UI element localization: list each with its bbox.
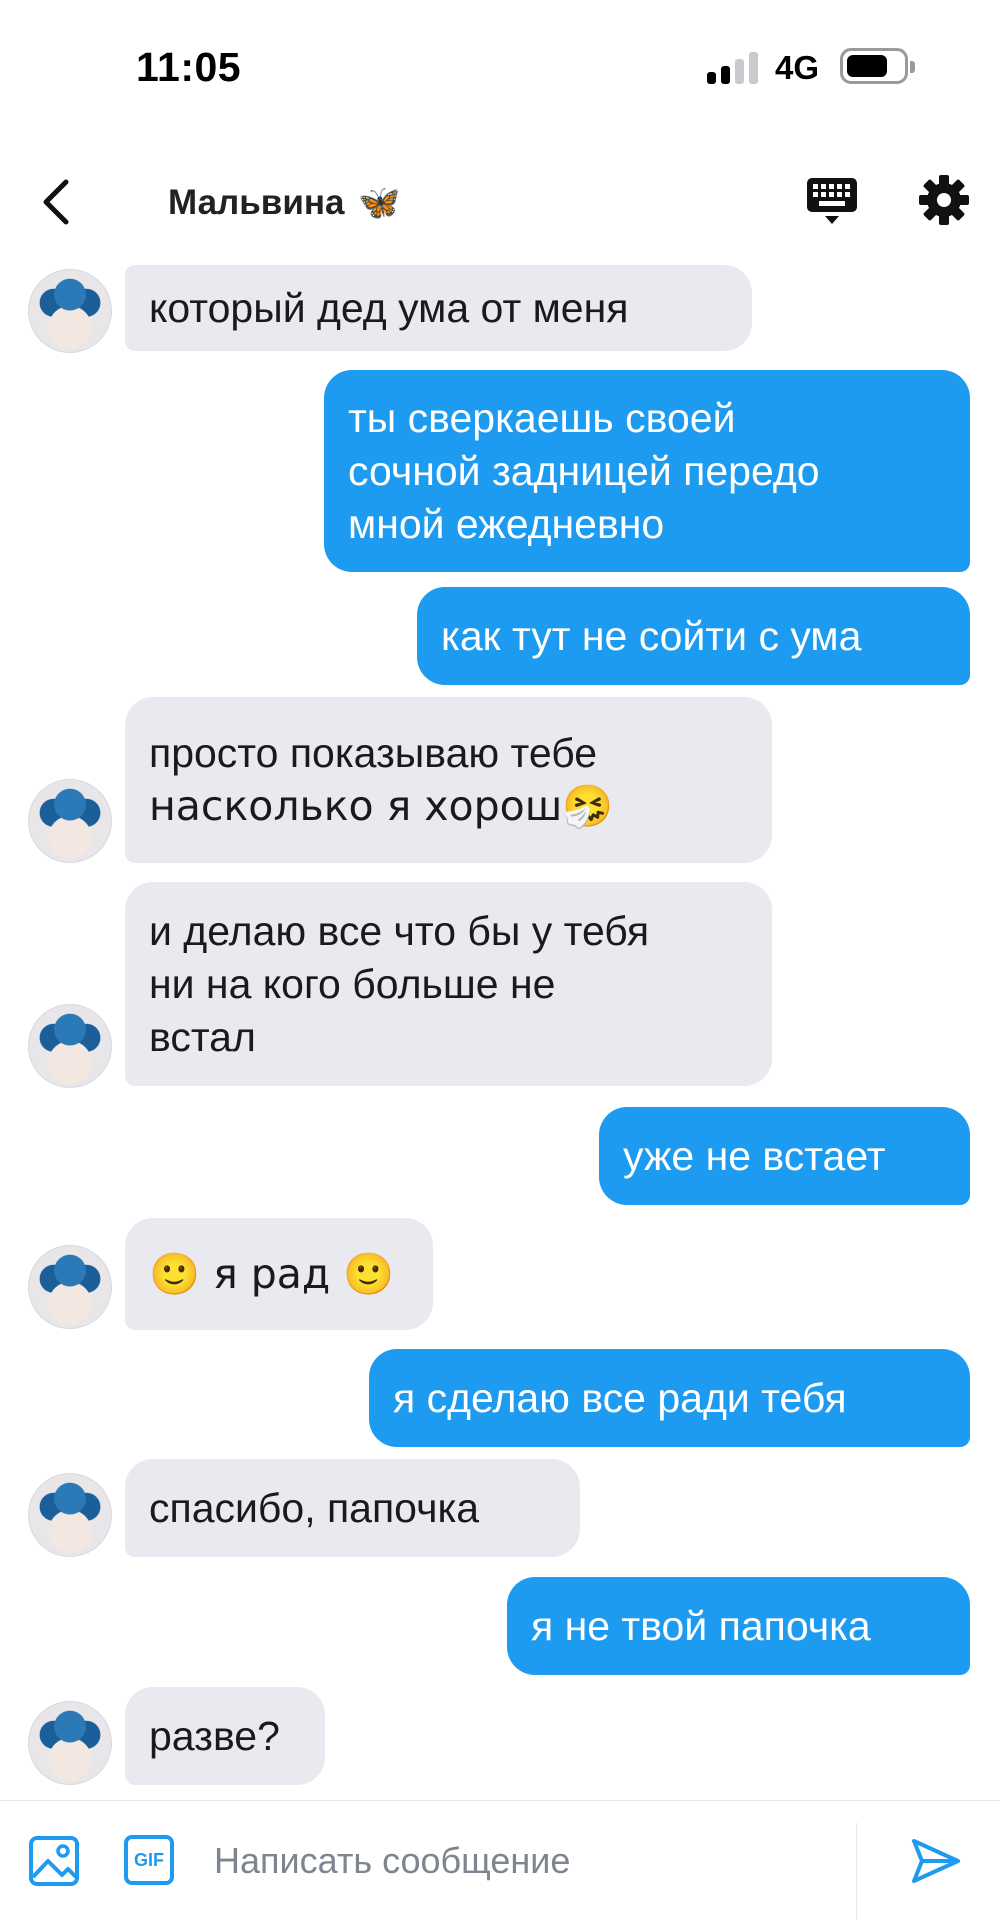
message-text-line: насколько я хорош🤧 xyxy=(149,782,614,830)
contact-name: Мальвина xyxy=(168,183,345,222)
message-text: который дед ума от меня xyxy=(149,284,629,331)
send-icon xyxy=(912,1839,960,1883)
message-text-line: просто показываю тебе xyxy=(149,730,598,776)
dm-conversation-screen: 11:05 4G Мальвина 🦋 который дед ума от м… xyxy=(0,0,1000,1920)
outgoing-message[interactable]: как тут не сойти с ума xyxy=(417,587,970,685)
message-text-line: ты сверкаешь своей xyxy=(348,394,736,441)
contact-avatar[interactable] xyxy=(28,1004,112,1088)
incoming-message[interactable]: просто показываю тебе насколько я хорош🤧 xyxy=(125,697,772,863)
composer-divider xyxy=(856,1823,857,1920)
back-button[interactable] xyxy=(28,170,88,234)
incoming-message[interactable]: разве? xyxy=(125,1687,325,1785)
outgoing-message[interactable]: я сделаю все ради тебя xyxy=(369,1349,970,1447)
settings-button[interactable] xyxy=(918,174,970,226)
keyboard-icon xyxy=(807,178,857,224)
conversation-title: Мальвина 🦋 xyxy=(168,183,401,223)
message-text-line: мной ежедневно xyxy=(348,500,665,547)
status-bar: 11:05 4G xyxy=(0,0,1000,140)
contact-avatar[interactable] xyxy=(28,1701,112,1785)
butterfly-emoji: 🦋 xyxy=(358,183,401,223)
keyboard-button[interactable] xyxy=(805,176,861,228)
contact-avatar[interactable] xyxy=(28,269,112,353)
contact-avatar[interactable] xyxy=(28,1245,112,1329)
send-button[interactable] xyxy=(908,1833,964,1889)
status-time: 11:05 xyxy=(136,44,242,90)
outgoing-message[interactable]: я не твой папочка xyxy=(507,1577,970,1675)
gif-button[interactable]: GIF xyxy=(124,1835,174,1885)
add-image-button[interactable] xyxy=(28,1835,80,1887)
incoming-message[interactable]: который дед ума от меня xyxy=(125,265,752,351)
contact-avatar[interactable] xyxy=(28,779,112,863)
message-text: как тут не сойти с ума xyxy=(441,612,862,659)
message-text-line: и делаю все что бы у тебя xyxy=(149,907,650,954)
signal-strength-icon xyxy=(707,50,759,84)
outgoing-message[interactable]: уже не встает xyxy=(599,1107,970,1205)
message-text: я не твой папочка xyxy=(531,1602,871,1649)
message-composer: GIF xyxy=(0,1800,1000,1920)
message-text: уже не встает xyxy=(623,1132,886,1179)
message-list: который дед ума от меня ты сверкаешь сво… xyxy=(0,265,1000,1800)
incoming-message[interactable]: и делаю все что бы у тебя ни на кого бол… xyxy=(125,882,772,1086)
incoming-message[interactable]: спасибо, папочка xyxy=(125,1459,580,1557)
message-text: я сделаю все ради тебя xyxy=(393,1374,847,1421)
contact-avatar[interactable] xyxy=(28,1473,112,1557)
incoming-message[interactable]: 🙂 я рад 🙂 xyxy=(125,1218,433,1330)
message-text-line: сочной задницей передо xyxy=(348,447,820,494)
message-text-line: встал xyxy=(149,1013,256,1060)
message-input[interactable] xyxy=(214,1829,834,1893)
message-text: спасибо, папочка xyxy=(149,1484,480,1531)
message-text-line: ни на кого больше не xyxy=(149,960,556,1007)
message-text: разве? xyxy=(149,1712,280,1759)
network-type: 4G xyxy=(775,49,820,86)
gear-icon xyxy=(919,175,969,225)
chevron-left-icon xyxy=(43,179,69,225)
message-text: 🙂 я рад 🙂 xyxy=(149,1249,395,1298)
battery-icon xyxy=(840,48,915,84)
conversation-header: Мальвина 🦋 xyxy=(0,140,1000,265)
image-icon xyxy=(29,1836,79,1886)
outgoing-message[interactable]: ты сверкаешь своей сочной задницей перед… xyxy=(324,370,970,572)
